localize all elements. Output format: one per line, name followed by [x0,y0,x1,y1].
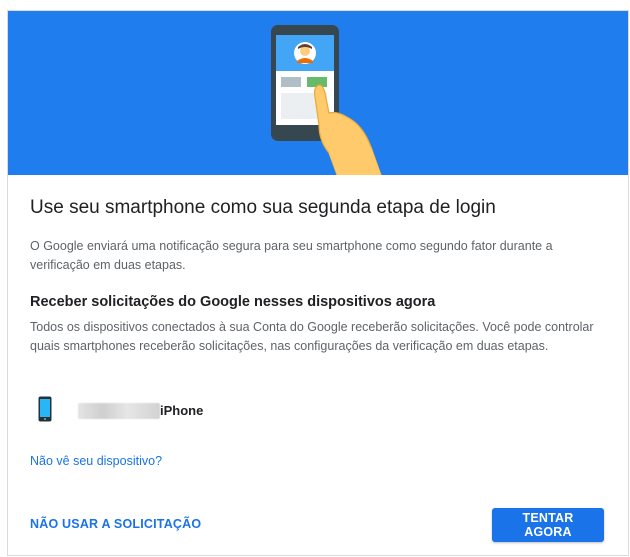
smartphone-icon [38,396,52,422]
prompt-setup-card: Use seu smartphone como sua segunda etap… [7,10,629,556]
device-name: iPhone [160,403,204,418]
try-now-button[interactable]: TENTAR AGORA [492,508,604,542]
section-heading: Receber solicitações do Google nesses di… [30,294,436,310]
section-description: Todos os dispositivos conectados à sua C… [30,320,594,353]
device-item: iPhone [38,396,338,424]
page-title: Use seu smartphone como sua segunda etap… [30,197,496,218]
hero-banner [8,11,628,175]
device-missing-link[interactable]: Não vê seu dispositivo? [30,454,162,468]
hand-holding-phone-illustration [271,25,382,175]
intro-description: O Google enviará uma notificação segura … [30,239,553,272]
redacted-device-owner [78,403,160,419]
skip-prompt-button[interactable]: NÃO USAR A SOLICITAÇÃO [30,517,201,531]
